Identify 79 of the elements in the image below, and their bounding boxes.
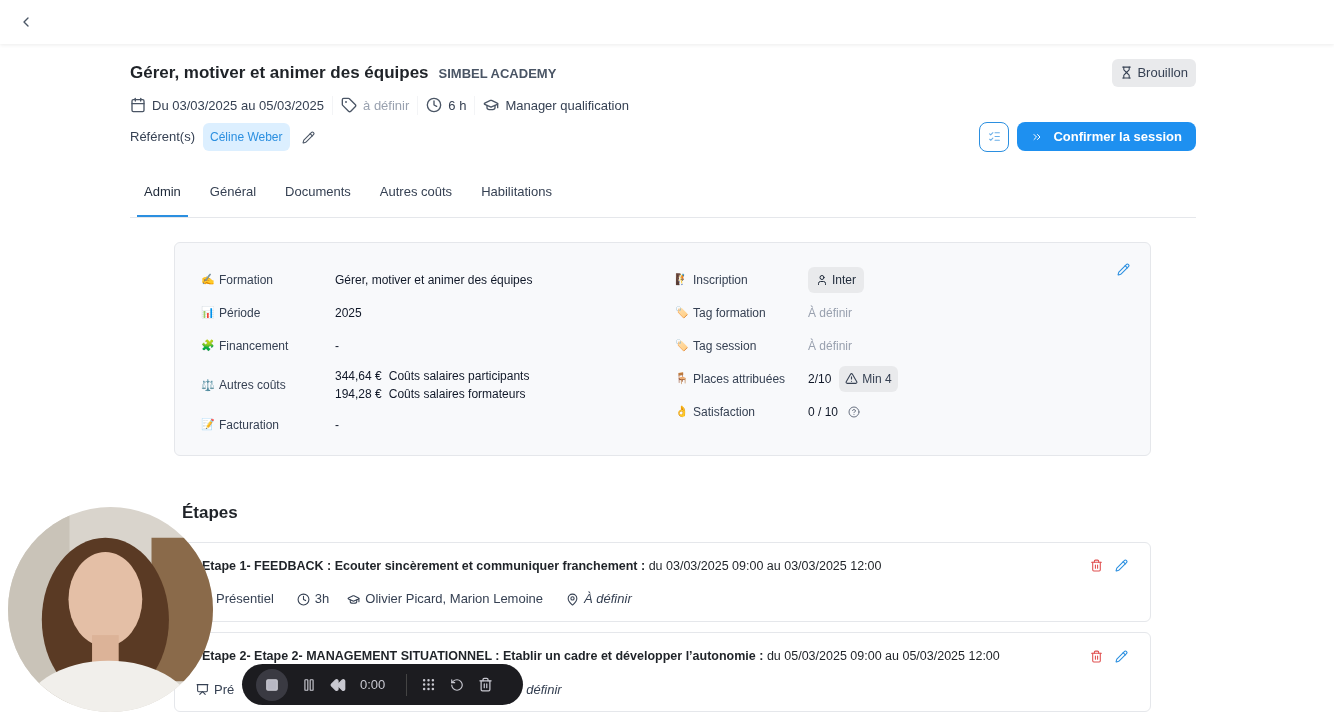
- emoji-icon: 🪑: [675, 370, 689, 387]
- field-value: 0 / 10: [808, 403, 839, 421]
- cost-label: Coûts salaires formateurs: [388, 386, 526, 403]
- emoji-icon: 📊: [201, 304, 215, 321]
- step-location: définir: [526, 680, 562, 699]
- restart-icon[interactable]: [450, 677, 464, 692]
- checklist-button[interactable]: [979, 121, 1010, 152]
- emoji-icon: ⚖: [201, 376, 215, 394]
- cost-amount: 344,64 €: [335, 368, 382, 385]
- steps-heading: Étapes: [182, 502, 239, 524]
- edit-icon[interactable]: [301, 130, 315, 144]
- meta-text: Manager qualification: [505, 96, 629, 115]
- step-mode: Pré: [214, 680, 235, 699]
- field-value: -: [335, 416, 339, 434]
- registration-chip: Inter: [808, 266, 864, 293]
- page-title: Gérer, motiver et animer des équipes: [130, 62, 429, 84]
- tag-icon: [341, 97, 358, 114]
- field-value: Gérer, motiver et animer des équipes: [335, 271, 533, 289]
- field-label: Financement: [219, 337, 289, 355]
- field-value: À définir: [808, 337, 853, 355]
- tab[interactable]: Autres coûts: [372, 167, 460, 217]
- step-mode: Présentiel: [216, 590, 274, 609]
- meta-text: à définir: [363, 96, 410, 115]
- stop-button[interactable]: [256, 668, 288, 701]
- tab[interactable]: Général: [202, 167, 264, 217]
- field-label: Tag formation: [693, 304, 766, 322]
- clock-icon: [296, 592, 310, 606]
- checklist-icon: [987, 130, 1001, 143]
- step-location: À définir: [584, 590, 632, 609]
- tab[interactable]: Habilitations: [474, 167, 559, 217]
- emoji-icon: 🧗: [675, 271, 689, 288]
- stop-icon: [265, 677, 279, 692]
- meta-text: Du 03/03/2025 au 05/03/2025: [152, 96, 325, 115]
- field-value: -: [335, 337, 339, 355]
- help-icon[interactable]: [848, 405, 861, 418]
- step-title: Etape 1- FEEDBACK : Ecouter sincèrement et communiquer franchement : du 03/03/2025 09:00 au 03/03/2025 12:00: [202, 557, 882, 575]
- minimum-badge: Min 4: [839, 365, 898, 392]
- emoji-icon: 🏷: [675, 337, 689, 354]
- emoji-icon: 🧩: [201, 337, 215, 354]
- status-badge: Brouillon: [1112, 59, 1196, 87]
- step-duration: 3h: [314, 590, 330, 609]
- field-value: À définir: [808, 304, 853, 322]
- field-value: 2025: [335, 304, 362, 322]
- cost-amount: 194,28 €: [335, 386, 382, 403]
- tab[interactable]: Documents: [278, 167, 358, 217]
- emoji-icon: ✍: [201, 271, 215, 288]
- field-label: Tag session: [693, 337, 757, 355]
- grid-icon[interactable]: [421, 677, 436, 692]
- field-label: Période: [219, 304, 261, 322]
- step-trainers: Olivier Picard, Marion Lemoine: [365, 590, 543, 609]
- pause-icon[interactable]: [302, 677, 316, 692]
- calendar-icon: [130, 97, 146, 114]
- field-label: Places attribuées: [693, 370, 786, 388]
- rewind-icon[interactable]: [330, 676, 346, 693]
- cost-label: Coûts salaires participants: [388, 368, 530, 385]
- user-icon: [816, 273, 828, 286]
- field-value: 2/10: [808, 370, 832, 388]
- emoji-icon: 📝: [201, 416, 215, 433]
- emoji-icon: 🏷: [675, 304, 689, 321]
- field-label: Satisfaction: [693, 403, 756, 421]
- edit-icon[interactable]: [1115, 559, 1128, 573]
- emoji-icon: 👌: [675, 403, 689, 420]
- edit-icon[interactable]: [1115, 649, 1128, 663]
- referents-label: Référent(s): [130, 128, 196, 147]
- field-label: Autres coûts: [219, 377, 286, 394]
- step-title: Etape 2- Etape 2- MANAGEMENT SITUATIONNEL : Etablir un cadre et développer l’autonomie : du 05/03/2025 09:00 au 05/03/2025 12:00: [202, 647, 1000, 665]
- graduation-cap-icon: [347, 592, 361, 606]
- edit-icon[interactable]: [1117, 263, 1130, 276]
- field-label: Formation: [219, 271, 274, 289]
- clock-icon: [426, 97, 443, 114]
- location-icon: [566, 592, 579, 606]
- recording-time: 0:00: [360, 675, 387, 694]
- field-label: Inscription: [693, 271, 748, 289]
- meta-text: 6 h: [448, 96, 467, 115]
- organization-name: SIMBEL ACADEMY: [438, 65, 557, 83]
- tab[interactable]: Admin: [137, 167, 188, 217]
- field-label: Facturation: [219, 416, 280, 434]
- delete-icon[interactable]: [478, 677, 493, 692]
- presentation-icon: [196, 682, 209, 696]
